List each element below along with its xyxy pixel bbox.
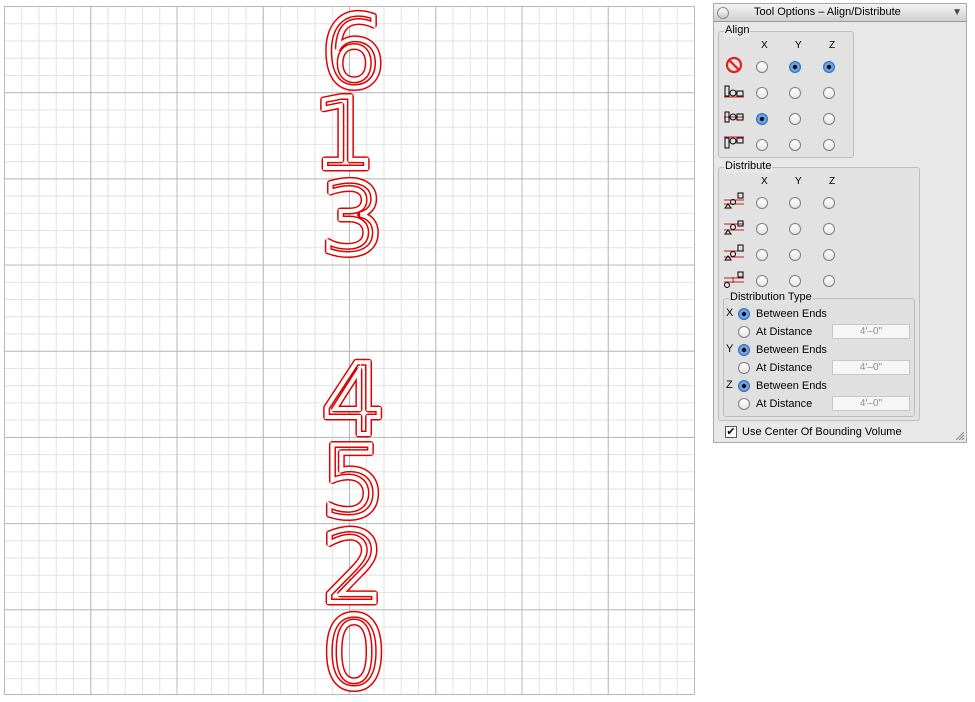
distribute-radio-0-z[interactable] xyxy=(823,197,835,209)
distribute-col-z: Z xyxy=(829,176,836,187)
distribute-center-icon xyxy=(724,220,744,235)
dist-z-between-label[interactable]: Between Ends xyxy=(756,380,827,392)
distribute-radio-0-x[interactable] xyxy=(756,197,768,209)
distribution-type-label: Distribution Type xyxy=(729,291,813,304)
distribute-radio-2-y[interactable] xyxy=(789,249,801,261)
dist-y-distance-field[interactable]: 4'–0" xyxy=(832,360,910,375)
distribute-radio-1-z[interactable] xyxy=(823,223,835,235)
close-button[interactable] xyxy=(717,7,729,19)
dist-z-distance-field[interactable]: 4'–0" xyxy=(832,396,910,411)
digit-outlines: 6 1 3 4 5 2 0 6 1 3 4 5 2 0 xyxy=(309,6,388,695)
dist-y-distance-label[interactable]: At Distance xyxy=(756,362,812,374)
align-radio-1-x[interactable] xyxy=(756,87,768,99)
digit-0-inner: 0 xyxy=(323,597,385,695)
align-min-icon xyxy=(724,85,744,98)
align-radio-1-z[interactable] xyxy=(823,87,835,99)
dist-axis-x-label: X xyxy=(726,307,734,319)
palette-titlebar[interactable]: Tool Options – Align/Distribute ▼ xyxy=(714,4,966,22)
digit-3-inner: 3 xyxy=(321,163,383,277)
align-col-y: Y xyxy=(795,40,802,51)
distribute-gap-icon xyxy=(724,271,744,288)
distribute-radio-1-x[interactable] xyxy=(756,223,768,235)
align-radio-1-y[interactable] xyxy=(789,87,801,99)
align-center-icon xyxy=(724,111,744,123)
dist-y-distance-radio[interactable] xyxy=(738,362,750,374)
resize-grip-icon[interactable] xyxy=(954,430,964,440)
no-align-icon xyxy=(725,56,743,74)
palette-title: Tool Options – Align/Distribute xyxy=(754,6,901,18)
align-radio-0-y[interactable] xyxy=(789,61,801,73)
distribute-radio-3-z[interactable] xyxy=(823,275,835,287)
align-radio-0-x[interactable] xyxy=(756,61,768,73)
align-col-x: X xyxy=(761,40,768,51)
distribute-col-y: Y xyxy=(795,176,802,187)
align-radio-3-z[interactable] xyxy=(823,139,835,151)
align-radio-3-y[interactable] xyxy=(789,139,801,151)
distribute-radio-2-x[interactable] xyxy=(756,249,768,261)
dist-x-distance-field[interactable]: 4'–0" xyxy=(832,324,910,339)
align-radio-2-z[interactable] xyxy=(823,113,835,125)
distribute-col-x: X xyxy=(761,176,768,187)
distribute-top-icon xyxy=(724,192,744,209)
align-label: Align xyxy=(724,24,751,37)
align-radio-2-y[interactable] xyxy=(789,113,801,125)
align-radio-2-x[interactable] xyxy=(756,113,768,125)
distribute-bottom-icon xyxy=(724,244,744,261)
dist-x-distance-radio[interactable] xyxy=(738,326,750,338)
align-group: Align X Y Z xyxy=(718,24,854,158)
dist-x-distance-label[interactable]: At Distance xyxy=(756,326,812,338)
align-radio-0-z[interactable] xyxy=(823,61,835,73)
dist-z-between-radio[interactable] xyxy=(738,380,750,392)
dist-y-between-radio[interactable] xyxy=(738,344,750,356)
drawing-canvas[interactable]: 6 1 3 4 5 2 0 6 1 3 4 5 2 0 xyxy=(4,6,695,695)
use-center-checkbox[interactable]: ✔ xyxy=(725,426,737,438)
dist-axis-z-label: Z xyxy=(726,379,733,391)
distribute-radio-1-y[interactable] xyxy=(789,223,801,235)
dist-z-distance-label[interactable]: At Distance xyxy=(756,398,812,410)
dist-x-between-radio[interactable] xyxy=(738,308,750,320)
distribution-type-group: Distribution Type X Between Ends At Dist… xyxy=(723,291,915,417)
distribute-radio-3-y[interactable] xyxy=(789,275,801,287)
distribute-group: Distribute X Y Z Distribution Type X Bet… xyxy=(718,160,920,421)
distribute-radio-2-z[interactable] xyxy=(823,249,835,261)
align-radio-3-x[interactable] xyxy=(756,139,768,151)
distribute-radio-3-x[interactable] xyxy=(756,275,768,287)
dist-x-between-label[interactable]: Between Ends xyxy=(756,308,827,320)
distribute-label: Distribute xyxy=(724,160,773,173)
distribute-radio-0-y[interactable] xyxy=(789,197,801,209)
dist-axis-y-label: Y xyxy=(726,343,734,355)
align-col-z: Z xyxy=(829,40,836,51)
dist-z-distance-radio[interactable] xyxy=(738,398,750,410)
use-center-label[interactable]: Use Center Of Bounding Volume xyxy=(742,426,902,438)
dist-y-between-label[interactable]: Between Ends xyxy=(756,344,827,356)
collapse-icon[interactable]: ▼ xyxy=(952,4,962,21)
align-max-icon xyxy=(724,136,744,149)
tool-options-palette: Tool Options – Align/Distribute ▼ Align … xyxy=(713,3,967,443)
